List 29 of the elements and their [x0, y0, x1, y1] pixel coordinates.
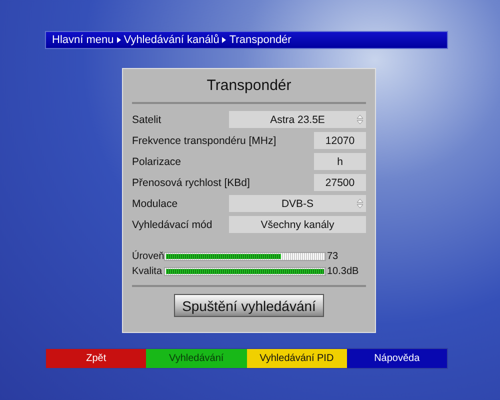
meter-label: Kvalita: [132, 266, 164, 276]
select-field[interactable]: DVB-S: [229, 195, 366, 212]
field-label: Modulace: [132, 198, 179, 210]
value-field[interactable]: 12070: [314, 132, 366, 149]
dialog-title: Transpondér: [132, 75, 366, 104]
field-label: Vyhledávací mód: [132, 218, 214, 230]
meter-label: Úroveň: [132, 250, 164, 262]
up-down-icon: [357, 115, 363, 124]
value-field[interactable]: h: [314, 153, 366, 170]
breadcrumb-item: Transpondér: [229, 34, 292, 46]
meter-reading: 73: [327, 250, 338, 262]
meter-reading: 10.3dB: [327, 266, 359, 276]
field-label: Polarizace: [132, 156, 182, 168]
up-down-icon: [357, 199, 363, 208]
separator-icon: [116, 37, 121, 43]
breadcrumb-item: Hlavní menu: [52, 34, 114, 46]
color-key-button[interactable]: Zpět: [46, 349, 146, 368]
separator-icon: [222, 37, 226, 43]
field-label: Satelit: [132, 114, 162, 126]
start-scan-button[interactable]: Spuštění vyhledávání: [174, 294, 324, 317]
value-field[interactable]: Všechny kanály: [229, 216, 366, 233]
color-key-button[interactable]: Nápověda: [346, 349, 447, 368]
color-key-button[interactable]: Vyhledávání PID: [246, 349, 347, 368]
breadcrumb-item: Vyhledávání kanálů: [124, 34, 220, 46]
field-label: Přenosová rychlost [KBd]: [132, 176, 251, 188]
color-key-button[interactable]: Vyhledávání: [146, 349, 246, 368]
field-label: Frekvence transpondéru [MHz]: [132, 134, 278, 146]
value-field[interactable]: 27500: [314, 174, 366, 191]
select-field[interactable]: Astra 23.5E: [229, 111, 366, 128]
